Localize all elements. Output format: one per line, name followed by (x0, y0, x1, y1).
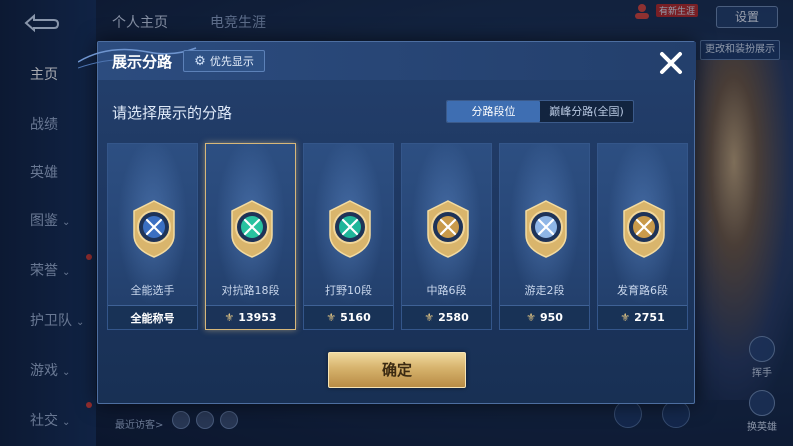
lane-card[interactable]: 游走2段 ⚜ 950 (499, 143, 590, 330)
display-lane-dialog: 展示分路 ⚙ 优先显示 请选择展示的分路 分路段位 巅峰分路(全国) 全能选手全… (78, 41, 696, 404)
rank-points-icon: ⚜ (620, 311, 631, 324)
lane-card[interactable]: 打野10段 ⚜ 5160 (303, 143, 394, 330)
lane-card-footer: 全能称号 (108, 305, 197, 329)
lane-card-footer: ⚜ 2580 (402, 305, 491, 329)
gear-icon: ⚙ (194, 53, 206, 69)
lane-card-score: 全能称号 (130, 311, 175, 325)
lane-card-score: 950 (539, 311, 563, 324)
lane-card-footer: ⚜ 2751 (598, 305, 687, 329)
lane-mode-switch: 分路段位 巅峰分路(全国) (446, 100, 634, 123)
lane-card-label: 游走2段 (524, 284, 565, 297)
roam-badge-icon (525, 200, 567, 258)
lane-card-list: 全能选手 全能称号 对抗路18段 ⚜ 13953 打野10段 ⚜ 5160 中路6段 ⚜ 2580 游… (107, 143, 688, 333)
lane-card[interactable]: 全能选手 全能称号 (107, 143, 198, 330)
lane-card[interactable]: 对抗路18段 ⚜ 13953 (205, 143, 296, 330)
mid-lane-badge-icon (427, 200, 469, 258)
lane-card-score: 13953 (238, 311, 277, 324)
all-round-badge-icon (133, 200, 175, 258)
lane-card-label: 中路6段 (426, 284, 467, 297)
priority-display-label: 优先显示 (209, 55, 254, 68)
lane-card-score: 2751 (634, 311, 665, 324)
lane-card-label: 打野10段 (325, 284, 372, 297)
lane-card[interactable]: 发育路6段 ⚜ 2751 (597, 143, 688, 330)
lane-card-label: 全能选手 (130, 284, 175, 297)
jungle-badge-icon (329, 200, 371, 258)
close-button[interactable] (654, 46, 688, 80)
tab-lane-rank[interactable]: 分路段位 (447, 101, 540, 122)
dialog-header: 展示分路 ⚙ 优先显示 (78, 42, 696, 80)
lane-card-footer: ⚜ 5160 (304, 305, 393, 329)
priority-display-button[interactable]: ⚙ 优先显示 (183, 50, 265, 72)
farm-lane-badge-icon (623, 200, 665, 258)
lane-card-score: 5160 (340, 311, 371, 324)
dialog-title: 展示分路 (112, 53, 173, 71)
clash-lane-badge-icon (231, 200, 273, 258)
close-icon (660, 52, 682, 74)
lane-card-footer: ⚜ 950 (500, 305, 589, 329)
lane-card-label: 对抗路18段 (221, 284, 280, 297)
lane-card-label: 发育路6段 (617, 284, 668, 297)
lane-card-footer: ⚜ 13953 (206, 305, 295, 329)
tab-peak-lane-national[interactable]: 巅峰分路(全国) (540, 101, 633, 122)
rank-points-icon: ⚜ (224, 311, 235, 324)
lane-card[interactable]: 中路6段 ⚜ 2580 (401, 143, 492, 330)
rank-points-icon: ⚜ (526, 311, 536, 324)
rank-points-icon: ⚜ (424, 311, 435, 324)
confirm-button[interactable]: 确定 (328, 352, 466, 388)
lane-card-score: 2580 (438, 311, 469, 324)
dialog-subtitle: 请选择展示的分路 (112, 104, 233, 122)
rank-points-icon: ⚜ (326, 311, 337, 324)
